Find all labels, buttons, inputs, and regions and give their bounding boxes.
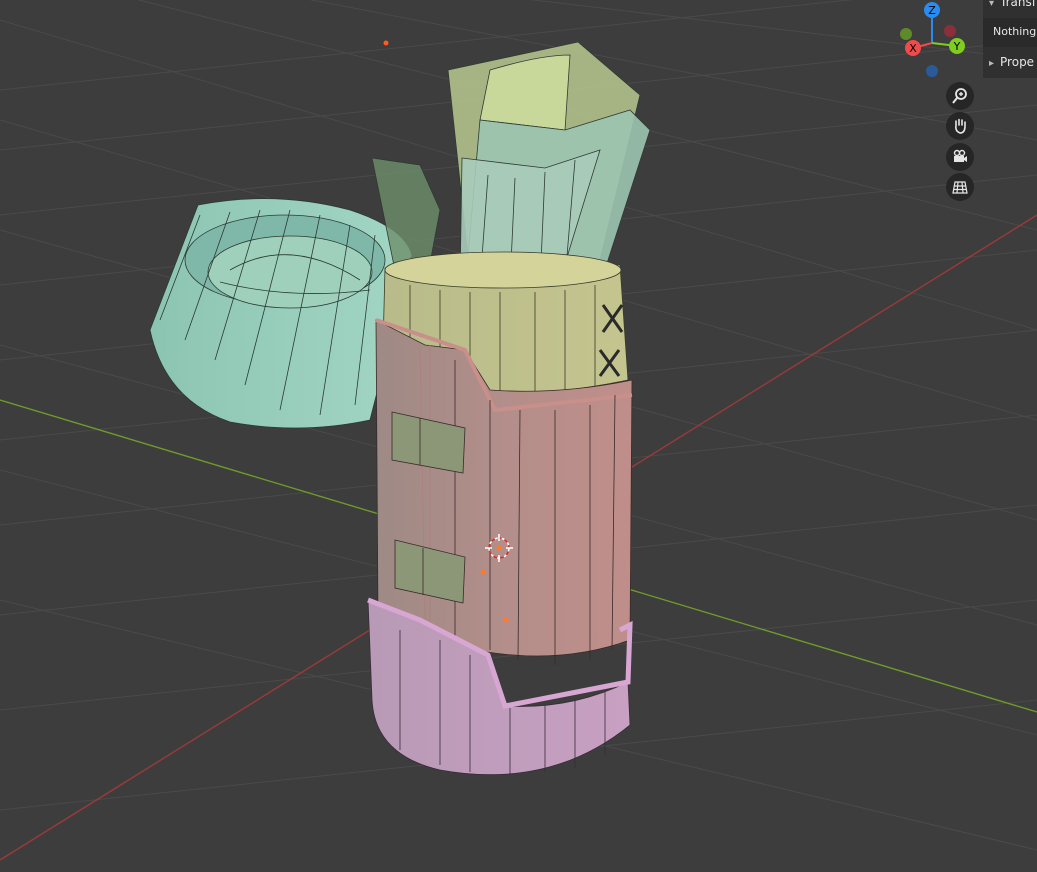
zoom-icon	[952, 88, 967, 104]
transform-panel-body: Nothing s	[983, 18, 1037, 47]
object-origin[interactable]	[496, 545, 502, 551]
camera-icon	[953, 149, 967, 162]
3d-viewport[interactable]	[0, 0, 1037, 872]
svg-text:X: X	[909, 42, 917, 55]
properties-panel-header[interactable]: ▸ Prope	[989, 55, 1034, 69]
transform-panel-header[interactable]: ▾ Transf	[989, 0, 1036, 9]
object-origin[interactable]	[480, 569, 486, 575]
nothing-selected-text: Nothing s	[993, 25, 1037, 38]
gizmo-z-axis[interactable]: Z	[924, 2, 940, 18]
svg-text:Z: Z	[928, 4, 936, 17]
object-origin[interactable]	[503, 617, 509, 623]
ortho-toggle-button[interactable]	[946, 173, 974, 201]
sidebar-panel: ▾Transf Nothing s ▸Prope	[983, 0, 1037, 78]
hand-icon	[955, 118, 966, 134]
svg-text:Y: Y	[953, 40, 961, 53]
gizmo-neg-z[interactable]	[926, 65, 938, 77]
expanded-arrow-icon: ▾	[989, 0, 995, 9]
gizmo-neg-x[interactable]	[944, 25, 956, 37]
pan-button[interactable]	[946, 112, 974, 140]
collapsed-arrow-icon: ▸	[989, 58, 995, 69]
zoom-button[interactable]	[946, 82, 974, 110]
lid-mesh[interactable]	[149, 198, 413, 429]
camera-view-button[interactable]	[946, 143, 974, 171]
gizmo-x-axis[interactable]: X	[905, 40, 921, 56]
navigation-gizmo[interactable]: Z X Y	[895, 0, 979, 84]
gizmo-neg-y[interactable]	[900, 28, 912, 40]
light-object[interactable]	[383, 40, 389, 46]
gizmo-y-axis[interactable]: Y	[949, 38, 965, 54]
grid-icon	[952, 181, 968, 194]
